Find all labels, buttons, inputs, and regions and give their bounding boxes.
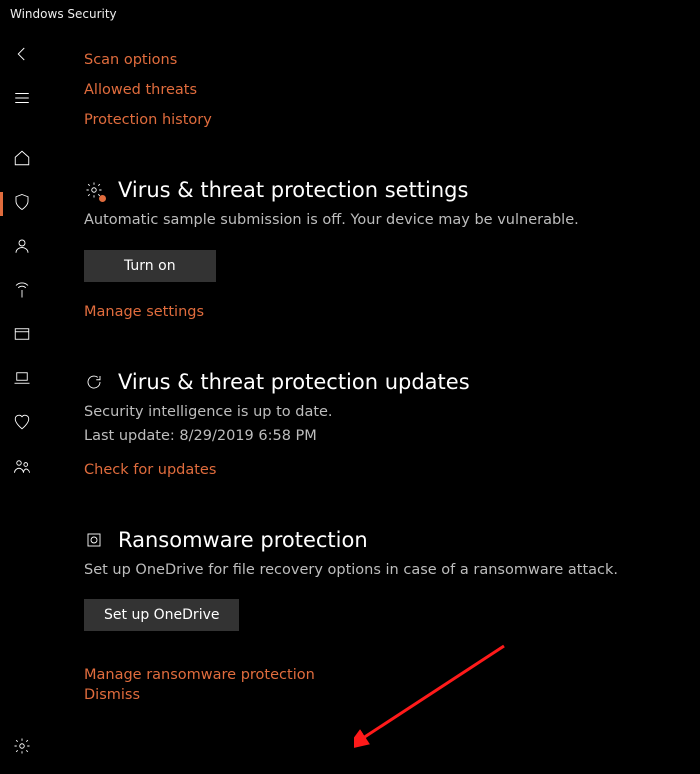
family-icon xyxy=(13,457,31,479)
home-icon xyxy=(13,149,31,171)
updates-last-update: Last update: 8/29/2019 6:58 PM xyxy=(84,428,680,444)
window-icon xyxy=(13,325,31,347)
heart-icon xyxy=(13,413,31,435)
nav-virus-threat[interactable] xyxy=(0,188,44,220)
shield-icon xyxy=(13,193,31,215)
ransomware-desc: Set up OneDrive for file recovery option… xyxy=(84,560,680,582)
nav-home[interactable] xyxy=(0,144,44,176)
nav-device-security[interactable] xyxy=(0,364,44,396)
nav-family[interactable] xyxy=(0,452,44,484)
link-check-updates[interactable]: Check for updates xyxy=(84,462,680,478)
nav-account[interactable] xyxy=(0,232,44,264)
back-button[interactable] xyxy=(0,40,44,72)
hamburger-icon xyxy=(13,89,31,111)
app-body: Scan options Allowed threats Protection … xyxy=(0,28,700,774)
settings-heading: Virus & threat protection settings xyxy=(118,178,468,202)
window-title: Windows Security xyxy=(10,7,117,21)
antenna-icon xyxy=(13,281,31,303)
person-icon xyxy=(13,237,31,259)
section-vtp-updates: Virus & threat protection updates Securi… xyxy=(84,370,680,478)
nav-settings[interactable] xyxy=(0,732,44,764)
link-manage-ransomware[interactable]: Manage ransomware protection xyxy=(84,667,680,683)
nav-firewall[interactable] xyxy=(0,276,44,308)
section-header: Ransomware protection xyxy=(84,528,680,552)
refresh-icon xyxy=(84,372,104,392)
ransomware-icon xyxy=(84,530,104,550)
settings-gear-icon xyxy=(84,180,104,200)
nav-app-browser[interactable] xyxy=(0,320,44,352)
section-vtp-settings: Virus & threat protection settings Autom… xyxy=(84,178,680,320)
turn-on-button[interactable]: Turn on xyxy=(84,250,216,282)
link-allowed-threats[interactable]: Allowed threats xyxy=(84,82,680,98)
link-protection-history[interactable]: Protection history xyxy=(84,112,680,128)
nav-device-performance[interactable] xyxy=(0,408,44,440)
setup-onedrive-button[interactable]: Set up OneDrive xyxy=(84,599,239,631)
settings-desc: Automatic sample submission is off. Your… xyxy=(84,210,680,232)
section-header: Virus & threat protection updates xyxy=(84,370,680,394)
sidebar xyxy=(0,28,44,774)
updates-status: Security intelligence is up to date. xyxy=(84,402,680,424)
section-ransomware: Ransomware protection Set up OneDrive fo… xyxy=(84,528,680,704)
section-header: Virus & threat protection settings xyxy=(84,178,680,202)
main-content: Scan options Allowed threats Protection … xyxy=(44,28,700,774)
gear-icon xyxy=(13,737,31,759)
link-scan-options[interactable]: Scan options xyxy=(84,52,680,68)
back-arrow-icon xyxy=(13,45,31,67)
ransomware-heading: Ransomware protection xyxy=(118,528,368,552)
link-manage-settings[interactable]: Manage settings xyxy=(84,304,680,320)
titlebar: Windows Security xyxy=(0,0,700,28)
laptop-icon xyxy=(13,369,31,391)
menu-button[interactable] xyxy=(0,84,44,116)
link-dismiss[interactable]: Dismiss xyxy=(84,687,680,703)
updates-heading: Virus & threat protection updates xyxy=(118,370,470,394)
